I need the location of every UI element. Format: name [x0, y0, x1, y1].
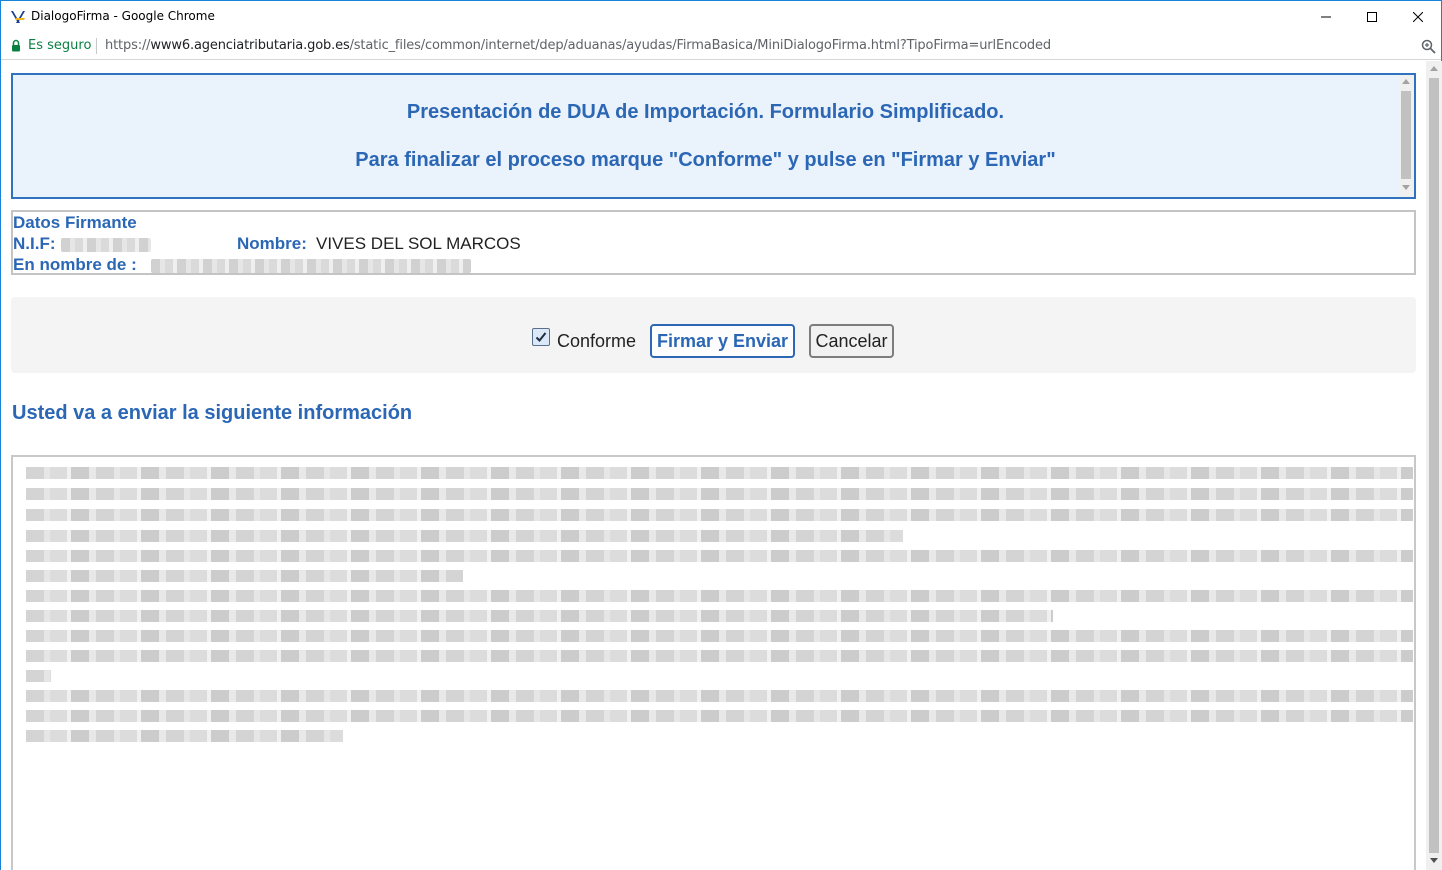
lock-icon[interactable] — [11, 39, 21, 52]
on-behalf-label: En nombre de : — [13, 255, 137, 274]
address-separator — [96, 38, 97, 54]
page-scrollbar[interactable] — [1426, 61, 1442, 870]
panel-scrollbar[interactable] — [1399, 75, 1414, 197]
redacted-line — [26, 710, 1413, 722]
conforme-label[interactable]: Conforme — [557, 331, 636, 352]
on-behalf-value-redacted — [151, 259, 471, 273]
signer-section-label: Datos Firmante — [13, 213, 137, 232]
sign-and-send-button[interactable]: Firmar y Enviar — [650, 324, 795, 358]
minimize-button[interactable] — [1303, 1, 1349, 32]
aeat-logo-icon — [11, 11, 25, 23]
action-bar: Conforme Firmar y Enviar Cancelar — [11, 297, 1416, 373]
name-value: VIVES DEL SOL MARCOS — [316, 234, 521, 253]
maximize-button[interactable] — [1349, 1, 1395, 32]
redacted-line — [26, 570, 463, 582]
form-title: Presentación de DUA de Importación. Form… — [406, 101, 1005, 123]
scroll-thumb[interactable] — [1429, 78, 1439, 853]
close-button[interactable] — [1395, 1, 1441, 32]
scroll-up-icon[interactable] — [1402, 79, 1410, 84]
redacted-line — [26, 690, 1413, 702]
nif-label: N.I.F: — [13, 234, 56, 253]
browser-window: DialogoFirma - Google Chrome Es seguro h… — [0, 0, 1442, 870]
zoom-icon[interactable] — [1421, 39, 1436, 54]
name-label: Nombre: — [237, 234, 307, 253]
cancel-button[interactable]: Cancelar — [809, 324, 894, 358]
security-status[interactable]: Es seguro — [28, 38, 91, 53]
redacted-line — [26, 530, 903, 542]
title-bar[interactable]: DialogoFirma - Google Chrome — [1, 1, 1441, 32]
url-field[interactable]: https://www6.agenciatributaria.gob.es/st… — [105, 38, 1051, 53]
instructions-text: Para finalizar el proceso marque "Confor… — [355, 149, 1056, 171]
page-content: Presentación de DUA de Importación. Form… — [1, 61, 1426, 870]
close-icon — [1413, 11, 1423, 22]
info-content-box[interactable] — [11, 455, 1416, 870]
scroll-thumb[interactable] — [1401, 91, 1411, 179]
redacted-line — [26, 610, 1053, 622]
nif-value-redacted — [61, 238, 151, 252]
maximize-icon — [1367, 11, 1377, 22]
redacted-line — [26, 509, 1413, 521]
address-bar[interactable]: Es seguro https://www6.agenciatributaria… — [1, 32, 1441, 60]
url-path: /static_files/common/internet/dep/aduana… — [349, 38, 1052, 53]
conforme-checkbox[interactable] — [532, 328, 550, 346]
info-section-title: Usted va a enviar la siguiente informaci… — [12, 402, 413, 424]
signer-details: Datos Firmante N.I.F: Nombre: VIVES DEL … — [11, 210, 1416, 275]
scroll-up-icon[interactable] — [1430, 66, 1438, 71]
redacted-line — [26, 550, 1413, 562]
window-title: DialogoFirma - Google Chrome — [31, 9, 215, 23]
redacted-line — [26, 467, 1413, 479]
minimize-icon — [1321, 16, 1331, 17]
redacted-line — [26, 670, 51, 682]
instructions-panel: Presentación de DUA de Importación. Form… — [11, 73, 1416, 199]
redacted-line — [26, 730, 343, 742]
redacted-line — [26, 590, 1413, 602]
checkmark-icon — [535, 332, 547, 342]
scroll-down-icon[interactable] — [1402, 185, 1410, 190]
redacted-line — [26, 650, 1413, 662]
scroll-down-icon[interactable] — [1430, 858, 1438, 863]
url-scheme: https:// — [105, 38, 151, 53]
redacted-line — [26, 630, 1413, 642]
url-domain: www6.agenciatributaria.gob.es — [150, 38, 350, 53]
redacted-line — [26, 488, 1413, 500]
